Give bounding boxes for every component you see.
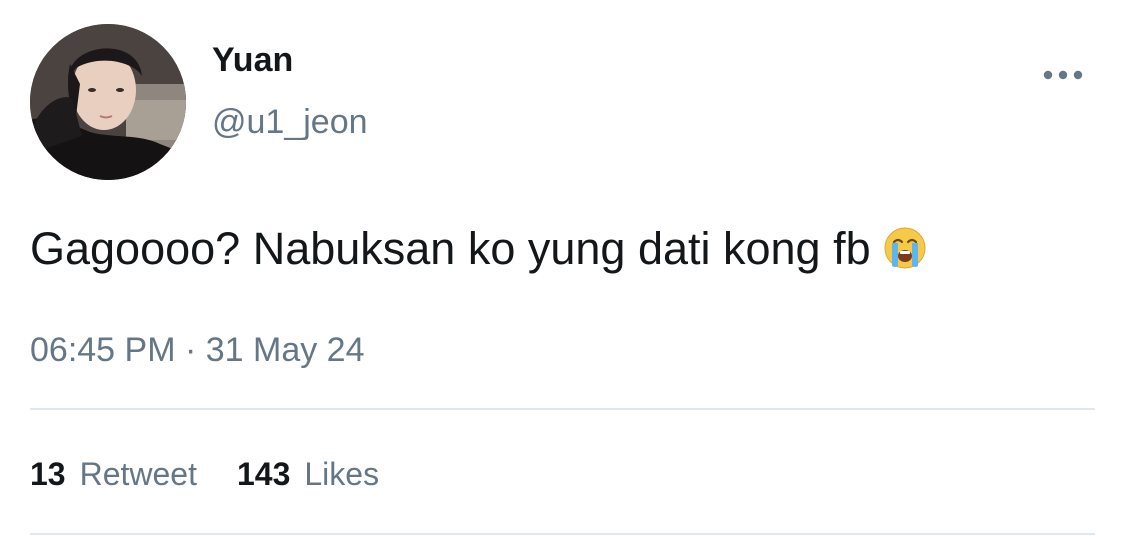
divider bbox=[30, 408, 1095, 410]
avatar-photo bbox=[30, 24, 186, 180]
user-handle[interactable]: @u1_jeon bbox=[212, 100, 368, 144]
retweet-label: Retweet bbox=[79, 456, 197, 492]
tweet-text: Gagoooo? Nabuksan ko yung dati kong fb bbox=[30, 220, 927, 278]
more-horizontal-icon bbox=[1043, 70, 1083, 80]
display-name[interactable]: Yuan bbox=[212, 38, 293, 82]
avatar[interactable] bbox=[30, 24, 186, 180]
retweet-stat[interactable]: 13 Retweet bbox=[30, 452, 197, 496]
retweet-count: 13 bbox=[30, 456, 66, 492]
likes-stat[interactable]: 143 Likes bbox=[237, 452, 379, 496]
more-options-button[interactable] bbox=[1036, 58, 1090, 92]
likes-count: 143 bbox=[236, 456, 291, 492]
divider bbox=[30, 533, 1095, 535]
tweet-timestamp[interactable]: 06:45 PM · 31 May 24 bbox=[30, 328, 365, 372]
tweet-text-body: Gagoooo? Nabuksan ko yung dati kong fb bbox=[30, 223, 871, 274]
tweet-stats: 13 Retweet 143 Likes bbox=[30, 452, 379, 496]
likes-label: Likes bbox=[304, 456, 380, 492]
loudly-crying-face-icon bbox=[884, 227, 926, 269]
